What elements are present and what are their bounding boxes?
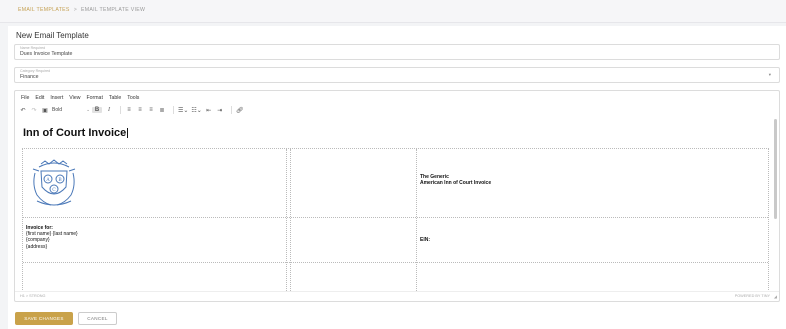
breadcrumb-email-templates[interactable]: EMAIL TEMPLATES xyxy=(18,7,70,13)
chevron-down-icon[interactable]: ▾ xyxy=(769,72,771,78)
redo-icon[interactable]: ↷ xyxy=(30,107,38,114)
element-path[interactable]: H1 > STRONG xyxy=(20,294,45,298)
header-right-cell: The Generic American Inn of Court Invoic… xyxy=(420,174,491,186)
toolbar-divider xyxy=(173,106,174,114)
editor-statusbar: H1 > STRONG POWERED BY TINY ◢ xyxy=(15,291,779,301)
table-column-divider xyxy=(286,149,287,291)
toolbar-divider xyxy=(230,106,232,114)
svg-text:C: C xyxy=(52,187,56,193)
align-right-icon[interactable]: ≡ xyxy=(147,107,155,113)
header-right-line2: American Inn of Court Invoice xyxy=(420,180,492,187)
editor-content[interactable]: Inn of Court Invoice A B C The Generic A… xyxy=(15,119,771,292)
bullet-list-icon[interactable]: ☰⌄ xyxy=(178,107,188,114)
align-center-icon[interactable]: ≡ xyxy=(136,107,144,113)
name-field-value: Dues Invoice Template xyxy=(20,51,73,57)
resize-handle-icon[interactable]: ◢ xyxy=(774,294,777,299)
powered-by-link[interactable]: POWERED BY TINY xyxy=(735,294,770,298)
align-justify-icon[interactable]: ≣ xyxy=(158,107,166,114)
block-format-select[interactable]: Bold ⌄ xyxy=(52,107,90,113)
text-cursor xyxy=(127,128,129,139)
invoice-for-address: {address} xyxy=(26,243,48,250)
name-field[interactable]: Name Required Dues Invoice Template xyxy=(14,44,780,60)
document-title-text: Inn of Court Invoice xyxy=(23,127,127,139)
outdent-icon[interactable]: ⇤ xyxy=(205,107,213,114)
editor-scrollbar[interactable] xyxy=(774,119,778,289)
rich-text-editor: File Edit Insert View Format Table Tools ↶ ↷ ▣… xyxy=(14,90,780,302)
document-title[interactable]: Inn of Court Invoice xyxy=(23,127,129,139)
category-select-value: Finance xyxy=(20,74,39,80)
breadcrumb: EMAIL TEMPLATES > EMAIL TEMPLATE VIEW xyxy=(18,7,145,13)
invoice-table[interactable]: A B C The Generic American Inn of Court … xyxy=(22,148,769,292)
breadcrumb-email-template-view: EMAIL TEMPLATE VIEW xyxy=(81,7,146,13)
menu-table[interactable]: Table xyxy=(109,95,121,101)
link-icon[interactable]: 🔗︎ xyxy=(236,107,244,114)
table-row-divider xyxy=(23,262,768,263)
top-bar: EMAIL TEMPLATES > EMAIL TEMPLATE VIEW xyxy=(0,0,786,23)
block-format-value: Bold xyxy=(52,107,63,113)
chevron-down-icon: ⌄ xyxy=(86,107,90,112)
menu-format[interactable]: Format xyxy=(86,95,102,101)
invoice-for-cell: Invoice for: {first name} {last name} {c… xyxy=(26,225,78,250)
italic-icon[interactable]: I xyxy=(105,107,113,113)
menu-view[interactable]: View xyxy=(69,95,80,101)
menu-file[interactable]: File xyxy=(21,95,29,101)
table-column-divider xyxy=(290,149,291,291)
editor-menubar: File Edit Insert View Format Table Tools xyxy=(21,95,145,101)
toolbar-divider xyxy=(120,106,121,114)
bold-icon[interactable]: B xyxy=(92,107,102,113)
category-select-label: Category Required xyxy=(20,69,51,73)
align-left-icon[interactable]: ≡ xyxy=(125,107,133,113)
undo-icon[interactable]: ↶ xyxy=(19,107,27,114)
menu-tools[interactable]: Tools xyxy=(127,95,139,101)
cancel-button[interactable]: CANCEL xyxy=(78,312,117,325)
page-title: New Email Template xyxy=(16,31,89,40)
editor-scrollbar-thumb[interactable] xyxy=(774,119,777,219)
name-field-label: Name Required xyxy=(20,46,46,50)
table-row-divider xyxy=(23,217,768,218)
ein-label: EIN: xyxy=(420,237,430,243)
indent-icon[interactable]: ⇥ xyxy=(216,107,224,114)
save-changes-button[interactable]: SAVE CHANGES xyxy=(15,312,73,325)
category-select[interactable]: Category Required Finance ▾ xyxy=(14,67,780,83)
menu-edit[interactable]: Edit xyxy=(35,95,44,101)
numbered-list-icon[interactable]: ☷⌄ xyxy=(191,107,201,114)
editor-toolbar: ↶ ↷ ▣ Bold ⌄ B I ≡ ≡ ≡ ≣ ☰⌄ ☷⌄ ⇤ ⇥ 🔗︎ xyxy=(19,104,247,116)
save-icon[interactable]: ▣ xyxy=(41,107,49,114)
table-column-divider xyxy=(416,149,417,291)
inn-of-court-crest-logo: A B C xyxy=(32,159,76,206)
breadcrumb-separator: > xyxy=(73,7,78,13)
menu-insert[interactable]: Insert xyxy=(50,95,63,101)
